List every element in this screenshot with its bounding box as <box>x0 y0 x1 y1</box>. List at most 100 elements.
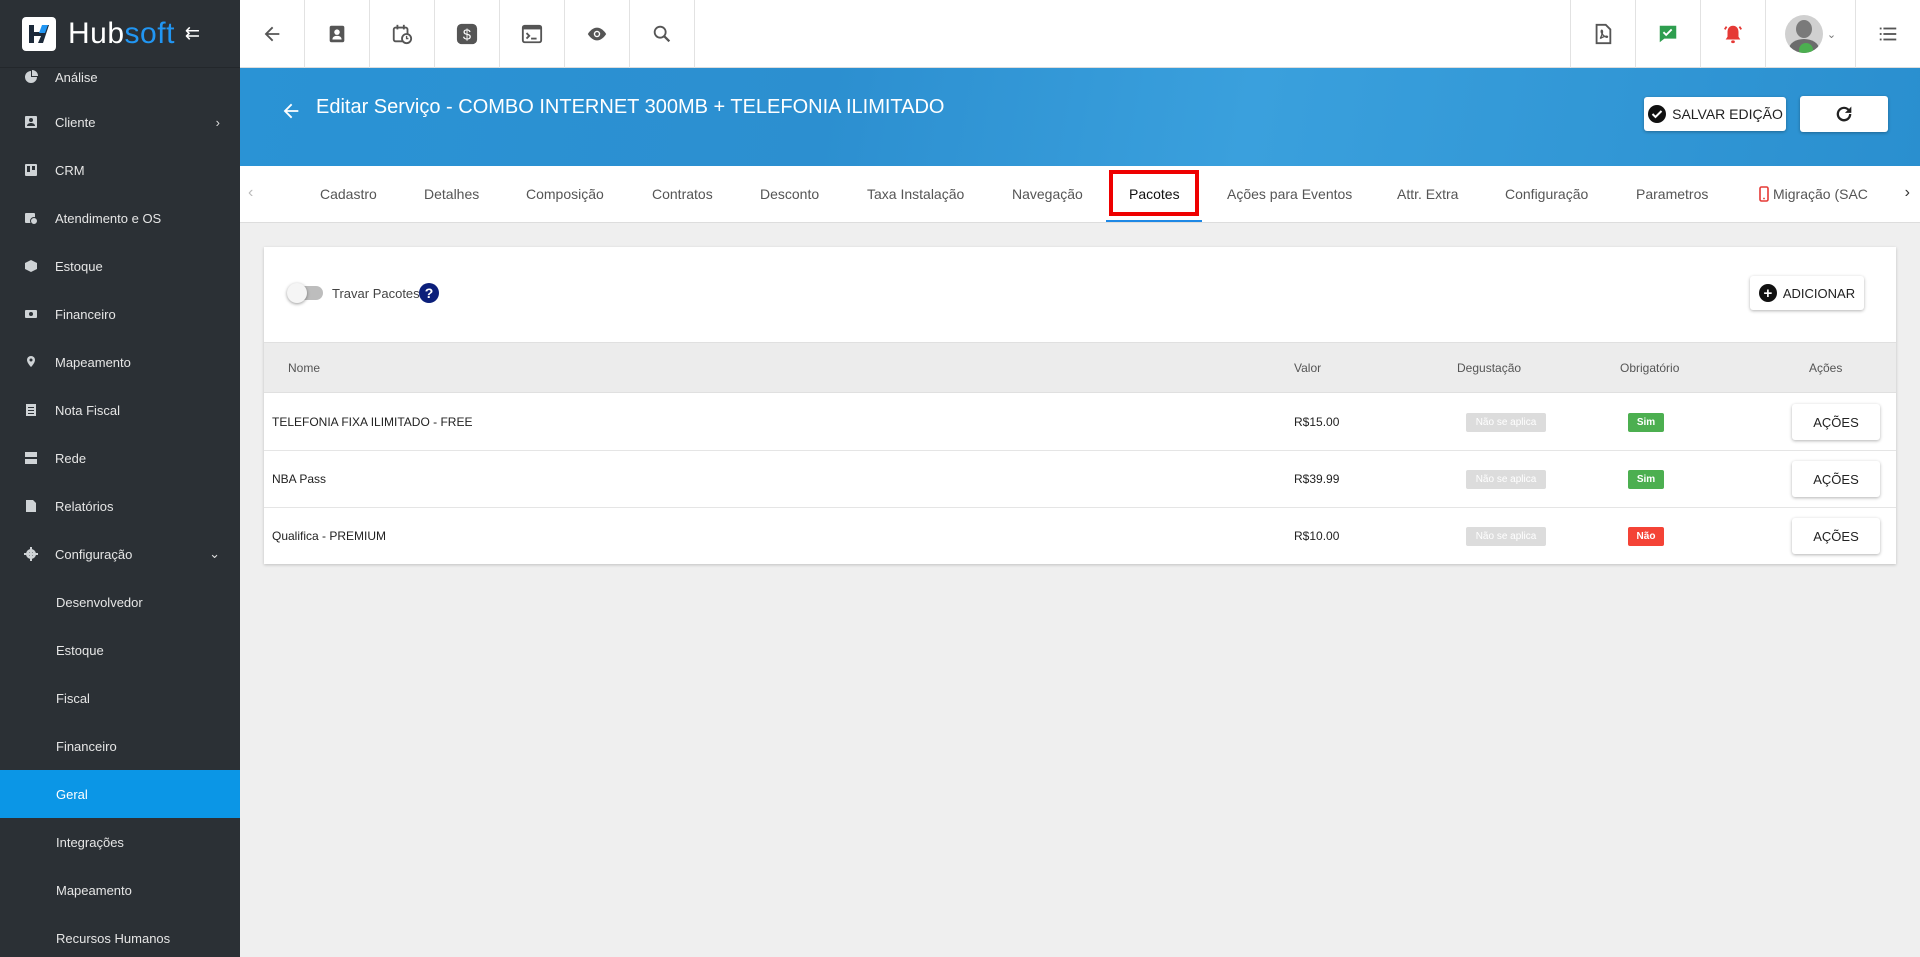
sidebar-subitem-financeiro[interactable]: Financeiro <box>0 722 240 770</box>
tab-migracao[interactable]: Migração (SAC <box>1759 166 1887 222</box>
sidebar-item-analise[interactable]: Análise <box>0 58 240 98</box>
sidebar: Hubsoft ⇇ Análise Cliente › CRM Atendime… <box>0 0 240 957</box>
sidebar-item-relatorios[interactable]: Relatórios <box>0 482 240 530</box>
search-button[interactable] <box>630 0 695 68</box>
arrow-left-icon <box>264 26 280 42</box>
refresh-button[interactable] <box>1800 96 1888 132</box>
sidebar-item-mapeamento[interactable]: Mapeamento <box>0 338 240 386</box>
alarm-bell-icon <box>1723 25 1743 44</box>
tab-detalhes[interactable]: Detalhes <box>424 166 479 222</box>
money-icon <box>24 307 38 321</box>
calendar-clock-icon <box>392 24 413 45</box>
row-nome: TELEFONIA FIXA ILIMITADO - FREE <box>272 415 473 429</box>
arrow-left-icon[interactable] <box>280 100 302 122</box>
user-menu[interactable]: ⌄ <box>1765 0 1855 68</box>
table-row: NBA Pass R$39.99 Não se aplica Sim AÇÕES <box>264 451 1896 508</box>
contact-card-icon <box>24 115 38 129</box>
tab-attr-extra[interactable]: Attr. Extra <box>1397 166 1458 222</box>
sidebar-item-estoque[interactable]: Estoque <box>0 242 240 290</box>
pie-chart-icon <box>24 70 38 84</box>
row-nome: Qualifica - PREMIUM <box>272 529 387 543</box>
sidebar-item-label: Mapeamento <box>55 354 131 370</box>
sidebar-item-rede[interactable]: Rede <box>0 434 240 482</box>
sidebar-subitem-label: Estoque <box>56 642 104 658</box>
table-row: TELEFONIA FIXA ILIMITADO - FREE R$15.00 … <box>264 394 1896 451</box>
sidebar-item-label: Financeiro <box>55 306 116 322</box>
obrigatorio-badge: Não <box>1628 527 1664 546</box>
tab-contratos[interactable]: Contratos <box>652 166 713 222</box>
tab-taxa-instalacao[interactable]: Taxa Instalação <box>867 166 964 222</box>
travar-pacotes-toggle[interactable] <box>287 283 323 303</box>
acoes-button[interactable]: AÇÕES <box>1792 461 1880 497</box>
tab-cadastro[interactable]: Cadastro <box>320 166 377 222</box>
calendar-clock-icon <box>24 211 38 225</box>
acoes-button[interactable]: AÇÕES <box>1792 518 1880 554</box>
collapse-sidebar-icon[interactable]: ⇇ <box>185 23 200 44</box>
alerts-button[interactable] <box>1700 0 1765 68</box>
save-edit-button[interactable]: SALVAR EDIÇÃO <box>1644 97 1786 131</box>
add-pacote-button[interactable]: + ADICIONAR <box>1750 276 1864 310</box>
tasks-button[interactable] <box>1635 0 1700 68</box>
tab-navegacao[interactable]: Navegação <box>1012 166 1083 222</box>
search-icon <box>653 25 671 43</box>
pdf-button[interactable] <box>1570 0 1635 68</box>
board-icon <box>24 163 38 177</box>
document-icon <box>24 499 38 513</box>
brand-name-part1: Hub <box>68 16 125 50</box>
sidebar-subitem-geral[interactable]: Geral <box>0 770 240 818</box>
sidebar-subitem-label: Desenvolvedor <box>56 594 143 610</box>
help-icon[interactable]: ? <box>419 283 439 303</box>
sidebar-subitem-estoque[interactable]: Estoque <box>0 626 240 674</box>
sidebar-item-nota-fiscal[interactable]: Nota Fiscal <box>0 386 240 434</box>
gear-icon <box>24 547 38 561</box>
back-button[interactable] <box>240 0 305 68</box>
sidebar-item-cliente[interactable]: Cliente › <box>0 98 240 146</box>
sidebar-subitem-recursos-humanos[interactable]: Recursos Humanos <box>0 914 240 957</box>
eye-icon <box>587 27 607 41</box>
sidebar-item-financeiro[interactable]: Financeiro <box>0 290 240 338</box>
save-edit-label: SALVAR EDIÇÃO <box>1672 106 1783 122</box>
sidebar-item-label: Atendimento e OS <box>55 210 162 226</box>
view-button[interactable] <box>565 0 630 68</box>
contacts-button[interactable] <box>305 0 370 68</box>
tab-configuracao[interactable]: Configuração <box>1505 166 1588 222</box>
list-menu-button[interactable] <box>1855 0 1920 68</box>
server-icon <box>24 451 38 465</box>
tab-acoes-eventos[interactable]: Ações para Eventos <box>1227 166 1352 222</box>
tab-desconto[interactable]: Desconto <box>760 166 819 222</box>
box-icon <box>24 259 38 273</box>
plus-circle-icon: + <box>1758 284 1777 302</box>
sidebar-item-label: Rede <box>55 450 87 466</box>
sidebar-item-configuracao[interactable]: Configuração ⌄ <box>0 530 240 578</box>
col-obrigatorio: Obrigatório <box>1620 361 1680 375</box>
finance-button[interactable]: $ <box>435 0 500 68</box>
page-header: Editar Serviço - COMBO INTERNET 300MB + … <box>240 68 1920 166</box>
terminal-button[interactable] <box>500 0 565 68</box>
calendar-button[interactable] <box>370 0 435 68</box>
row-nome: NBA Pass <box>272 472 327 486</box>
sidebar-subitem-mapeamento[interactable]: Mapeamento <box>0 866 240 914</box>
sidebar-subitem-integracoes[interactable]: Integrações <box>0 818 240 866</box>
tab-parametros[interactable]: Parametros <box>1636 166 1708 222</box>
contact-card-icon <box>329 25 345 43</box>
tab-composicao[interactable]: Composição <box>526 166 604 222</box>
chevron-left-icon[interactable]: ‹ <box>248 184 253 202</box>
pacotes-card: Travar Pacotes ? + ADICIONAR Nome Valor … <box>264 247 1896 564</box>
col-nome: Nome <box>288 361 321 375</box>
dollar-icon: $ <box>456 23 478 45</box>
table-header: Nome Valor Degustação Obrigatório Ações <box>264 342 1896 393</box>
acoes-button[interactable]: AÇÕES <box>1792 404 1880 440</box>
sidebar-item-crm[interactable]: CRM <box>0 146 240 194</box>
chevron-right-icon[interactable]: › <box>1905 184 1910 202</box>
degustacao-badge: Não se aplica <box>1466 527 1546 546</box>
sidebar-item-atendimento[interactable]: Atendimento e OS <box>0 194 240 242</box>
sidebar-subitem-label: Financeiro <box>56 738 117 754</box>
chevron-down-icon: ⌄ <box>209 546 220 561</box>
top-toolbar: $ ⌄ <box>240 0 1920 68</box>
sidebar-subitem-fiscal[interactable]: Fiscal <box>0 674 240 722</box>
hubsoft-logo-icon <box>22 16 56 51</box>
sidebar-subitem-desenvolvedor[interactable]: Desenvolvedor <box>0 578 240 626</box>
brand-name: Hubsoft <box>68 17 175 51</box>
col-valor: Valor <box>1294 361 1322 375</box>
svg-text:$: $ <box>463 28 471 44</box>
